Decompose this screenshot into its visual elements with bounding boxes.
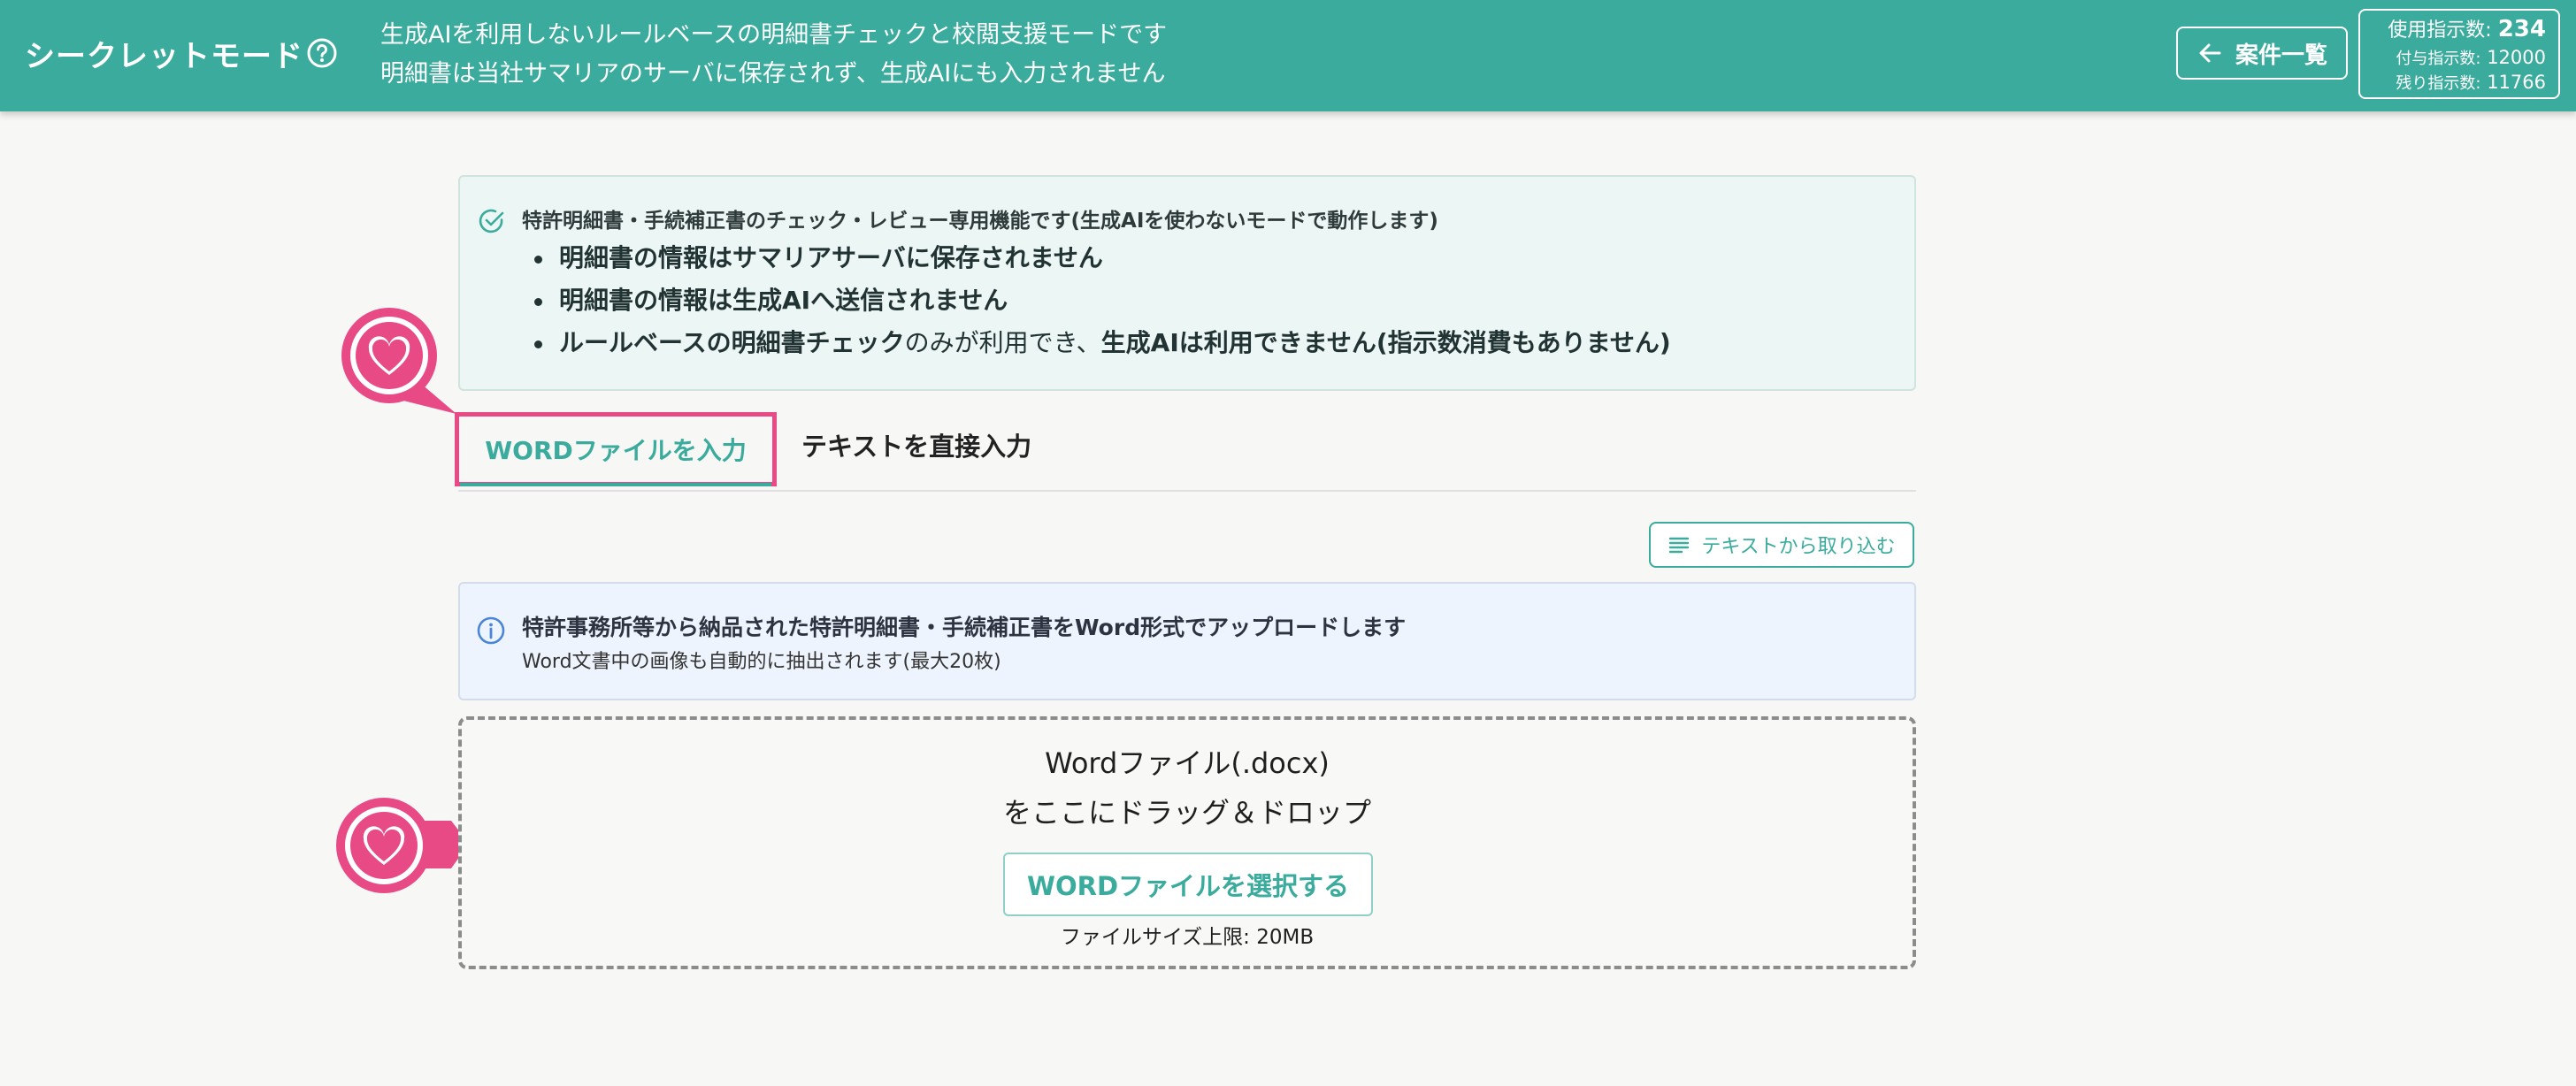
notice-item-part: のみが利用でき、 <box>904 328 1101 357</box>
header-description-line1: 生成AIを利用しないルールベースの明細書チェックと校閲支援モードです <box>380 21 1168 49</box>
usage-counter: 使用指示数: 234 付与指示数: 12000 残り指示数: 11766 <box>2358 9 2560 99</box>
app-header: シークレットモード 生成AIを利用しないルールベースの明細書チェックと校閲支援モ… <box>0 0 2576 111</box>
arrow-left-icon <box>2199 43 2221 63</box>
remaining-label: 残り指示数: <box>2396 74 2481 93</box>
header-description-line2: 明細書は当社サマリアのサーバに保存されず、生成AIにも入力されません <box>380 60 1166 88</box>
help-circle-icon[interactable] <box>306 37 338 69</box>
header-description: 生成AIを利用しないルールベースの明細書チェックと校閲支援モードです 明細書は当… <box>380 16 1167 94</box>
remaining-value: 11766 <box>2487 72 2546 93</box>
active-tab-indicator <box>460 483 771 486</box>
drop-zone-line2: をここにドラッグ＆ドロップ <box>1002 796 1371 830</box>
select-word-file-button[interactable]: WORDファイルを選択する <box>1003 853 1373 916</box>
heart-marker-icon <box>341 308 456 414</box>
file-drop-zone[interactable]: Wordファイル(.docx) をここにドラッグ＆ドロップ WORDファイルを選… <box>458 716 1916 969</box>
tabs-divider <box>458 490 1916 492</box>
case-list-button[interactable]: 案件一覧 <box>2176 27 2348 80</box>
heart-marker-icon <box>336 798 469 893</box>
drop-zone-line1: Wordファイル(.docx) <box>1045 746 1330 780</box>
notice-list: 明細書の情報はサマリアサーバに保存されません 明細書の情報は生成AIへ送信されま… <box>534 237 1671 364</box>
secret-mode-notice: 特許明細書・手続補正書のチェック・レビュー専用機能です(生成AIを使わないモード… <box>458 175 1916 391</box>
tab-direct-text[interactable]: テキストを直接入力 <box>801 426 1031 463</box>
notice-item: ルールベースの明細書チェックのみが利用でき、生成AIは利用できません(指示数消費… <box>534 322 1671 364</box>
upload-info-box: 特許事務所等から納品された特許明細書・手続補正書をWord形式でアップロードしま… <box>458 582 1916 700</box>
notice-item: 明細書の情報はサマリアサーバに保存されません <box>534 237 1671 279</box>
upload-info-title: 特許事務所等から納品された特許明細書・手続補正書をWord形式でアップロードしま… <box>522 615 1407 640</box>
notice-item-part: ルールベースの明細書チェック <box>559 328 905 357</box>
notice-item-part: 生成AIは利用できません(指示数消費もありません) <box>1100 328 1671 357</box>
import-from-text-button[interactable]: テキストから取り込む <box>1649 522 1914 568</box>
info-circle-icon <box>476 616 506 646</box>
check-circle-icon <box>478 207 506 235</box>
granted-label: 付与指示数: <box>2396 50 2481 68</box>
import-from-text-label: テキストから取り込む <box>1701 536 1896 558</box>
case-list-label: 案件一覧 <box>2235 42 2327 69</box>
notice-item: 明細書の情報は生成AIへ送信されません <box>534 279 1671 322</box>
tab-word-file[interactable]: WORDファイルを入力 <box>455 412 777 486</box>
notice-title: 特許明細書・手続補正書のチェック・レビュー専用機能です(生成AIを使わないモード… <box>522 210 1438 233</box>
file-size-limit: ファイルサイズ上限: 20MB <box>1060 926 1315 949</box>
app-title: シークレットモード <box>25 39 303 74</box>
used-label: 使用指示数: <box>2388 19 2492 42</box>
used-value: 234 <box>2497 16 2546 42</box>
lines-icon <box>1669 537 1690 554</box>
upload-info-subtitle: Word文書中の画像も自動的に抽出されます(最大20枚) <box>522 651 1001 673</box>
granted-value: 12000 <box>2487 47 2546 68</box>
